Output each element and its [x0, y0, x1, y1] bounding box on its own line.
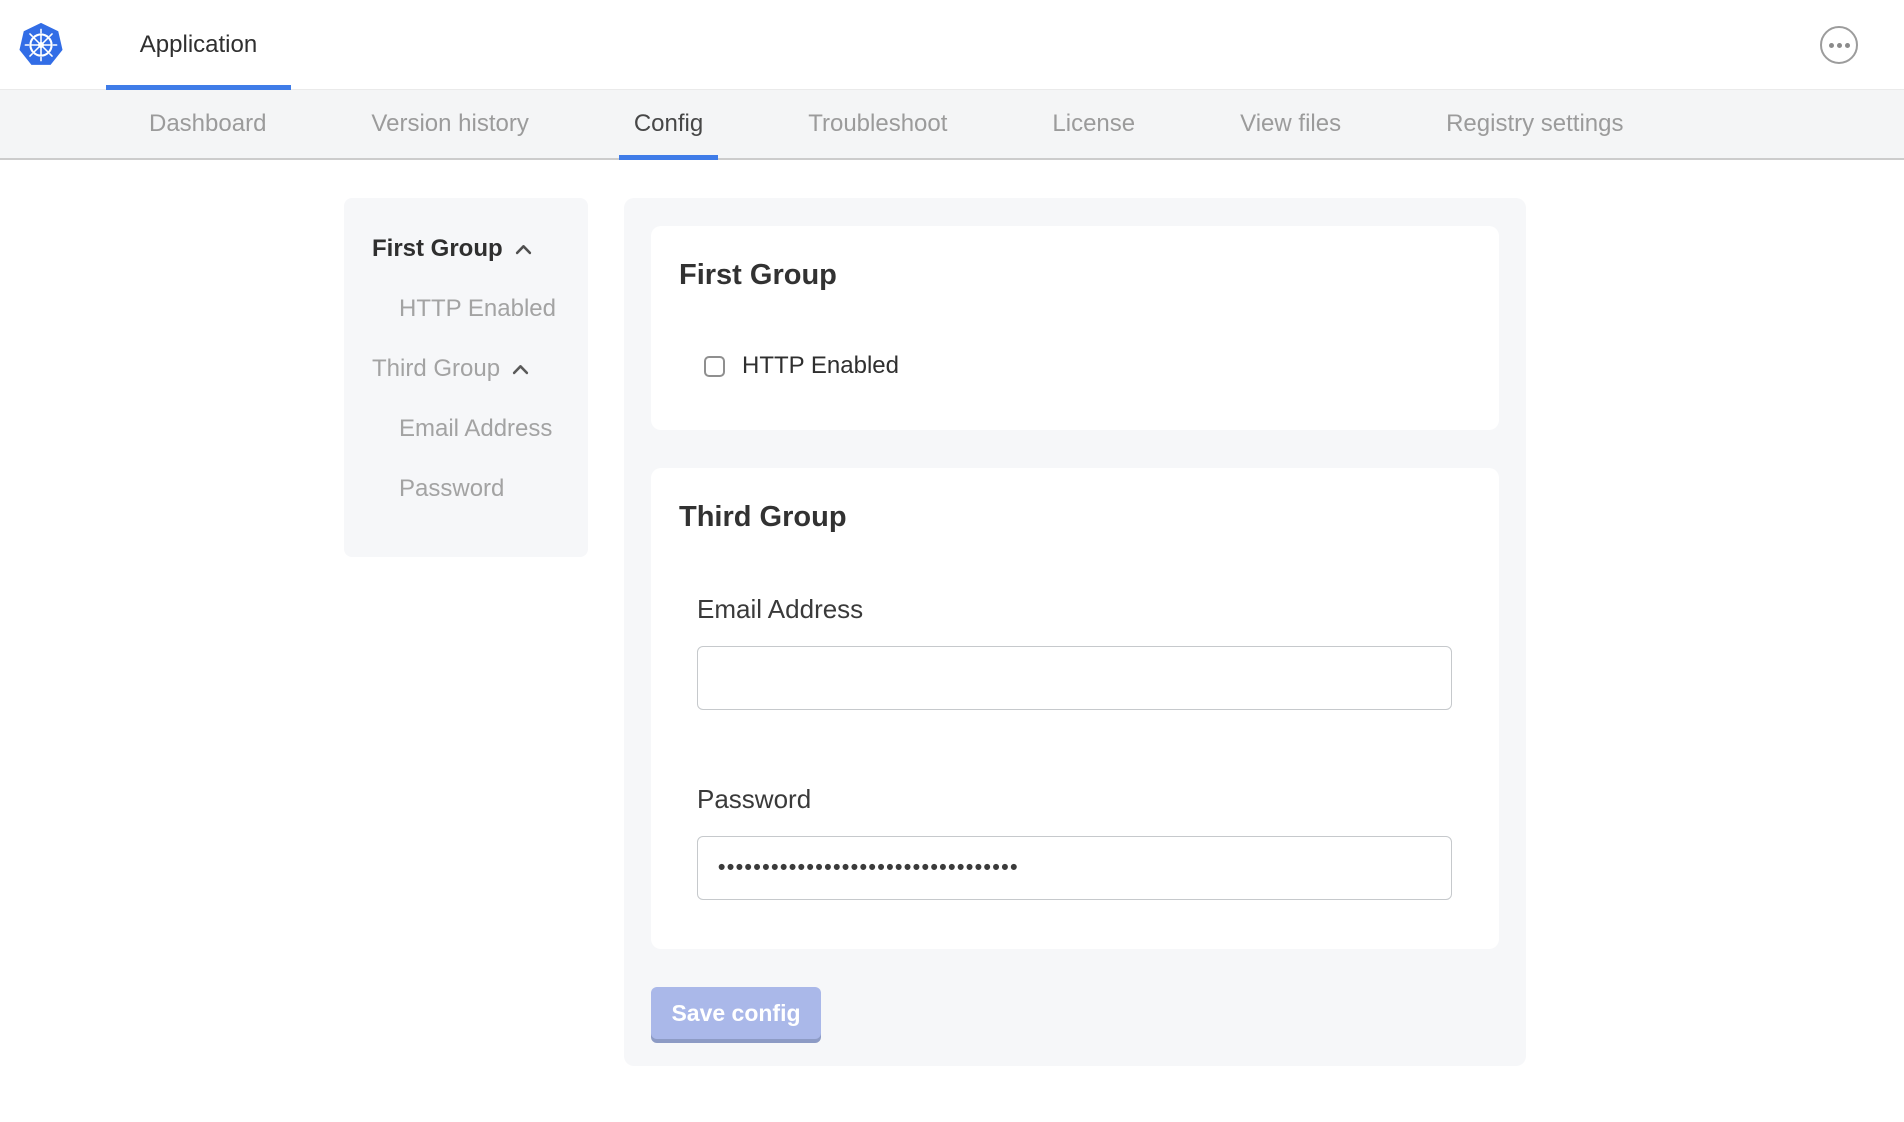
kots-admin-console: Application Dashboard Version history Co…: [0, 0, 1904, 1122]
save-config-button[interactable]: Save config: [651, 987, 821, 1039]
sidebar-item-password[interactable]: Password: [372, 476, 578, 502]
password-label: Password: [697, 784, 1453, 814]
sidebar-item-label: Password: [399, 475, 504, 503]
http-enabled-row: HTTP Enabled: [704, 352, 1471, 380]
group-title: Third Group: [679, 500, 1453, 534]
sidebar-group-first-group[interactable]: First Group: [372, 236, 578, 262]
sidebar-item-label: HTTP Enabled: [399, 295, 556, 323]
email-address-field-group: Email Address Password: [697, 594, 1453, 900]
config-group-card-third: Third Group Email Address Password: [651, 468, 1499, 949]
ellipsis-icon: [1829, 43, 1834, 48]
group-title: First Group: [679, 258, 1471, 292]
tab-license[interactable]: License: [1037, 90, 1150, 158]
tab-config[interactable]: Config: [619, 90, 718, 158]
email-address-input[interactable]: [697, 646, 1452, 710]
kubernetes-logo-icon: [18, 22, 64, 68]
sidebar-group-third-group[interactable]: Third Group: [372, 356, 578, 382]
chevron-up-icon: [512, 364, 529, 375]
tab-dashboard[interactable]: Dashboard: [134, 90, 281, 158]
chevron-up-icon: [515, 244, 532, 255]
ellipsis-icon: [1845, 43, 1850, 48]
tab-registry-settings[interactable]: Registry settings: [1431, 90, 1638, 158]
app-nav-bar: Dashboard Version history Config Trouble…: [0, 90, 1904, 160]
sidebar-group-label: First Group: [372, 235, 503, 263]
top-bar: Application: [0, 0, 1904, 90]
more-options-button[interactable]: [1820, 26, 1858, 64]
tab-troubleshoot[interactable]: Troubleshoot: [793, 90, 962, 158]
sidebar-item-email-address[interactable]: Email Address: [372, 416, 578, 442]
http-enabled-checkbox[interactable]: [704, 356, 725, 377]
config-main-panel: First Group HTTP Enabled Third Group Ema…: [624, 198, 1526, 1066]
app-nav-tabs: Dashboard Version history Config Trouble…: [0, 90, 1904, 158]
application-tab[interactable]: Application: [106, 0, 291, 90]
ellipsis-icon: [1837, 43, 1842, 48]
tab-view-files[interactable]: View files: [1225, 90, 1356, 158]
tab-version-history[interactable]: Version history: [356, 90, 543, 158]
email-address-label: Email Address: [697, 594, 1453, 624]
config-group-card-first: First Group HTTP Enabled: [651, 226, 1499, 430]
sidebar-item-http-enabled[interactable]: HTTP Enabled: [372, 296, 578, 322]
password-input[interactable]: [697, 836, 1452, 900]
sidebar-group-label: Third Group: [372, 355, 500, 383]
http-enabled-label[interactable]: HTTP Enabled: [742, 352, 899, 380]
sidebar-item-label: Email Address: [399, 415, 552, 443]
config-sidebar: First Group HTTP Enabled Third Group Ema…: [344, 198, 588, 557]
